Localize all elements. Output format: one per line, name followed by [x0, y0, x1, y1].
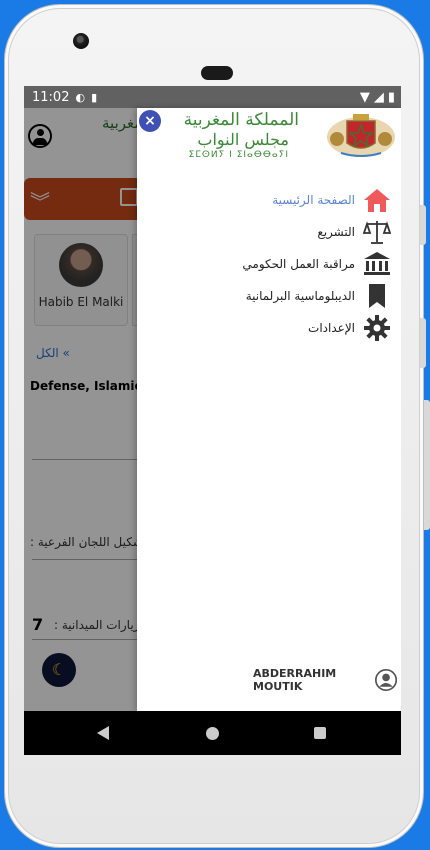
status-time: 11:02: [32, 89, 70, 105]
drawer-menu: الصفحة الرئيسية التشريع مراقبة العمل الح…: [137, 184, 401, 344]
sd-card-icon: ▮: [91, 90, 98, 104]
wifi-icon: ▼: [359, 89, 370, 105]
android-nav-bar: [24, 711, 401, 755]
institution-icon: [363, 250, 391, 278]
scales-icon: [363, 218, 391, 246]
menu-item-label: الصفحة الرئيسية: [272, 193, 355, 207]
navigation-drawer: المملكة المغربية مجلس النواب ⵉⵎⵙⵍⵢ ⵏ ⵉⵏⴰ…: [137, 108, 401, 711]
menu-item-parliamentary-diplomacy[interactable]: الديبلوماسية البرلمانية: [137, 280, 401, 312]
menu-item-legislation[interactable]: التشريع: [137, 216, 401, 248]
menu-item-label: الإعدادات: [308, 321, 355, 335]
menu-item-settings[interactable]: الإعدادات: [137, 312, 401, 344]
close-drawer-button[interactable]: ×: [139, 110, 161, 132]
signal-icon: ◢: [373, 89, 384, 105]
status-bar: 11:02 ◐ ▮ ▼ ◢ ▮: [24, 86, 401, 108]
banner-tifinagh-text: ⵉⵎⵙⵍⵢ ⵏ ⵉⵏⴰⴱⴱⴰⵢⵏ: [188, 150, 289, 160]
phone-screen: 11:02 ◐ ▮ ▼ ◢ ▮ مغربية ︾ Habib El Malki …: [24, 86, 401, 711]
recent-apps-icon[interactable]: [314, 727, 326, 739]
banner-kingdom-text: المملكة المغربية: [183, 110, 299, 130]
menu-item-government-oversight[interactable]: مراقبة العمل الحكومي: [137, 248, 401, 280]
banner-house-text: مجلس النواب: [197, 130, 289, 149]
volume-up-button: [420, 205, 426, 245]
volume-down-button: [420, 318, 426, 368]
gear-icon: [363, 314, 391, 342]
parliament-banner: المملكة المغربية مجلس النواب ⵉⵎⵙⵍⵢ ⵏ ⵉⵏⴰ…: [164, 108, 401, 164]
battery-icon: ▮: [387, 89, 395, 105]
notification-icon: ◐: [75, 90, 86, 104]
bookmark-icon: [363, 282, 391, 310]
home-nav-icon[interactable]: [206, 727, 219, 740]
user-name: ABDERRAHIM MOUTIK: [253, 667, 337, 693]
drawer-user-footer[interactable]: ABDERRAHIM MOUTIK: [253, 664, 401, 696]
speaker-grille: [201, 66, 233, 80]
menu-item-label: الديبلوماسية البرلمانية: [245, 289, 355, 303]
menu-item-home[interactable]: الصفحة الرئيسية: [137, 184, 401, 216]
home-icon: [363, 186, 391, 214]
coat-of-arms-icon: [327, 114, 395, 157]
back-icon[interactable]: [97, 726, 109, 740]
power-button: [424, 400, 430, 530]
user-avatar-icon: [374, 668, 397, 692]
menu-item-label: التشريع: [317, 225, 355, 239]
front-camera-icon: [73, 33, 89, 49]
menu-item-label: مراقبة العمل الحكومي: [242, 257, 355, 271]
